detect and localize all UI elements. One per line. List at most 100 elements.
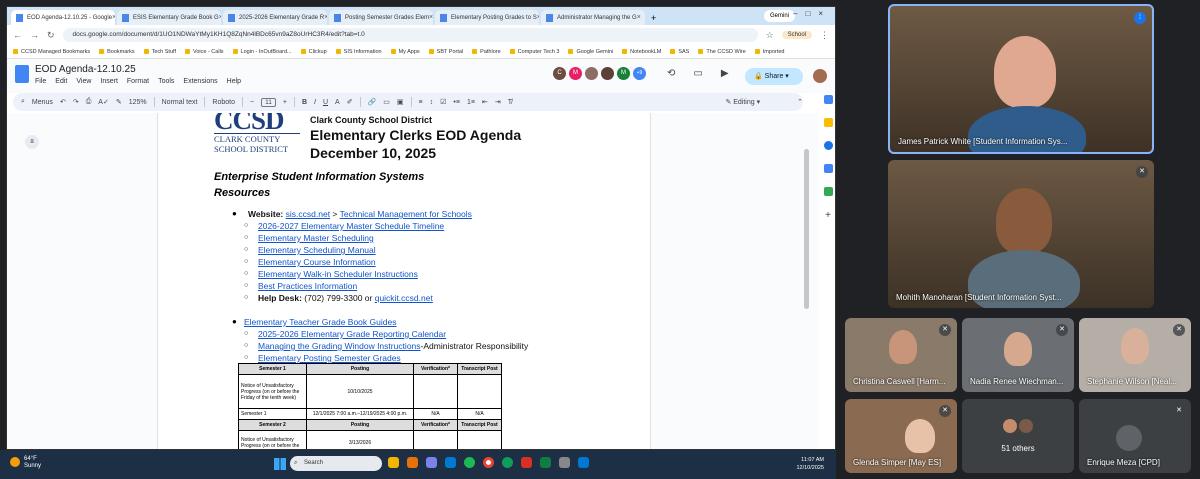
system-clock[interactable]: 11:07 AM 12/10/2025: [796, 456, 824, 472]
doc-link[interactable]: Elementary Course Information: [258, 257, 376, 267]
gemini-button[interactable]: Gemini: [763, 10, 795, 22]
style-select[interactable]: Normal text: [162, 99, 198, 106]
highlight-icon[interactable]: ✐: [347, 98, 353, 106]
doc-link[interactable]: Best Practices Information: [258, 281, 357, 291]
bookmark-item[interactable]: SIS Information: [336, 49, 382, 55]
outdent-icon[interactable]: ⇥: [495, 98, 501, 106]
tab-grade-book[interactable]: ESIS Elementary Grade Book G×: [117, 10, 221, 25]
collapse-icon[interactable]: ⌃: [797, 98, 803, 106]
more-collaborators[interactable]: +9: [633, 67, 646, 80]
avatar[interactable]: [585, 67, 598, 80]
edge-icon[interactable]: [464, 457, 475, 468]
editing-mode-select[interactable]: ✎ Editing ▾: [725, 98, 760, 106]
contacts-icon[interactable]: [823, 164, 833, 173]
bookmark-item[interactable]: SBT Portal: [429, 49, 464, 55]
outline-icon[interactable]: ≡: [25, 135, 39, 149]
underline-icon[interactable]: U: [323, 99, 328, 106]
tab-posting-grades[interactable]: Elementary Posting Grades to S×: [435, 10, 539, 25]
bookmark-item[interactable]: Computer Tech 3: [510, 49, 560, 55]
close-icon[interactable]: ×: [112, 14, 115, 21]
font-select[interactable]: Roboto: [212, 99, 235, 106]
history-icon[interactable]: ⟲: [667, 68, 675, 79]
tab-admin-managing[interactable]: Administrator Managing the G ×: [541, 10, 645, 25]
bookmark-item[interactable]: SAS: [670, 49, 689, 55]
outlook-icon[interactable]: [445, 457, 456, 468]
profile-button[interactable]: School: [781, 31, 812, 39]
menu-edit[interactable]: Edit: [55, 78, 67, 85]
doc-link[interactable]: Managing the Grading Window Instructions: [258, 341, 421, 351]
reload-icon[interactable]: ↻: [47, 30, 55, 41]
comment-icon[interactable]: ▭: [693, 68, 702, 79]
zoom-select[interactable]: 125%: [129, 99, 147, 106]
start-icon[interactable]: [274, 458, 286, 470]
tech-management-link[interactable]: Technical Management for Schools: [340, 209, 472, 219]
search-icon[interactable]: ⌕: [21, 98, 25, 106]
paint-format-icon[interactable]: ✎: [116, 98, 122, 106]
forward-icon[interactable]: →: [30, 30, 39, 40]
new-tab-button[interactable]: +: [651, 13, 656, 23]
bookmark-item[interactable]: CCSD Managed Bookmarks: [13, 49, 90, 55]
link-icon[interactable]: 🔗: [368, 98, 377, 106]
participant-tile[interactable]: ⁞ James Patrick White [Student Informati…: [888, 4, 1154, 154]
bookmark-item[interactable]: My Apps: [391, 49, 420, 55]
firefox-icon[interactable]: [407, 457, 418, 468]
add-comment-icon[interactable]: ▭: [383, 98, 390, 106]
close-icon[interactable]: ×: [219, 14, 221, 21]
doc-link[interactable]: Elementary Teacher Grade Book Guides: [244, 317, 396, 327]
align-icon[interactable]: ≡: [419, 99, 423, 106]
bookmark-item[interactable]: Tech Stuff: [144, 49, 176, 55]
back-icon[interactable]: ←: [13, 30, 22, 40]
participant-tile[interactable]: ✕ Nadia Renee Wiechman...: [962, 318, 1074, 392]
avatar[interactable]: M: [569, 67, 582, 80]
taskbar-search[interactable]: ⌕ Search: [290, 456, 382, 471]
close-icon[interactable]: ×: [537, 14, 539, 21]
menu-icon[interactable]: ⋮: [820, 30, 829, 41]
document-page[interactable]: CCSD CLARK COUNTY SCHOOL DISTRICT Clark …: [157, 113, 651, 449]
powerpoint-icon[interactable]: [521, 457, 532, 468]
doc-link[interactable]: Elementary Master Scheduling: [258, 233, 374, 243]
doc-link[interactable]: Elementary Scheduling Manual: [258, 245, 376, 255]
close-icon[interactable]: ×: [324, 14, 327, 21]
app-icon[interactable]: [559, 457, 570, 468]
participant-tile[interactable]: ✕ Mohith Manoharan [Student Information …: [888, 160, 1154, 308]
participant-tile[interactable]: ✕ Enrique Meza [CPD]: [1079, 399, 1191, 473]
avatar[interactable]: M: [617, 67, 630, 80]
calendar-icon[interactable]: [823, 95, 833, 104]
undo-icon[interactable]: ↶: [60, 98, 66, 106]
chrome-icon[interactable]: [483, 457, 494, 468]
tab-grade-reporting[interactable]: 2025-2026 Elementary Grade R×: [223, 10, 327, 25]
bookmark-item[interactable]: Imported: [755, 49, 785, 55]
line-spacing-icon[interactable]: ↕: [430, 99, 434, 106]
bookmark-item[interactable]: The CCSD Wire: [698, 49, 745, 55]
participant-tile[interactable]: ✕ Glenda Simper [May ES]: [845, 399, 957, 473]
bold-icon[interactable]: B: [302, 99, 307, 106]
indent-icon[interactable]: ⇤: [482, 98, 488, 106]
font-size-input[interactable]: 11: [261, 97, 276, 107]
others-tile[interactable]: 51 others: [962, 399, 1074, 473]
print-icon[interactable]: ⎙: [86, 98, 92, 106]
avatar[interactable]: C: [553, 67, 566, 80]
participant-tile[interactable]: ✕ Stephanie Wilson [Neal...: [1079, 318, 1191, 392]
close-icon[interactable]: ×: [429, 14, 433, 21]
scrollbar[interactable]: [804, 149, 809, 309]
app-icon[interactable]: [578, 457, 589, 468]
participant-tile[interactable]: ✕ Christina Caswell [Harm...: [845, 318, 957, 392]
menu-tools[interactable]: Tools: [158, 78, 174, 85]
redo-icon[interactable]: ↷: [73, 98, 79, 106]
menu-format[interactable]: Format: [127, 78, 149, 85]
bulleted-list-icon[interactable]: •≡: [453, 99, 460, 106]
video-call-icon[interactable]: ▶: [721, 68, 729, 79]
account-avatar[interactable]: [813, 69, 827, 83]
spellcheck-icon[interactable]: A✓: [98, 98, 109, 106]
url-input[interactable]: docs.google.com/document/d/1UO1NDWaYtMy1…: [62, 28, 758, 42]
doc-link[interactable]: 2025-2026 Elementary Grade Reporting Cal…: [258, 329, 446, 339]
text-color-icon[interactable]: A: [335, 99, 340, 106]
doc-link[interactable]: Elementary Posting Semester Grades: [258, 353, 401, 363]
keep-icon[interactable]: [823, 118, 833, 127]
weather-widget[interactable]: 64°F Sunny: [10, 456, 41, 470]
menu-extensions[interactable]: Extensions: [183, 78, 217, 85]
bookmark-item[interactable]: Login - InOutBoard...: [233, 49, 292, 55]
bookmark-item[interactable]: Voice - Calls: [185, 49, 224, 55]
bookmark-item[interactable]: Bookmarks: [99, 49, 135, 55]
share-button[interactable]: 🔒 Share ▾: [745, 68, 803, 85]
